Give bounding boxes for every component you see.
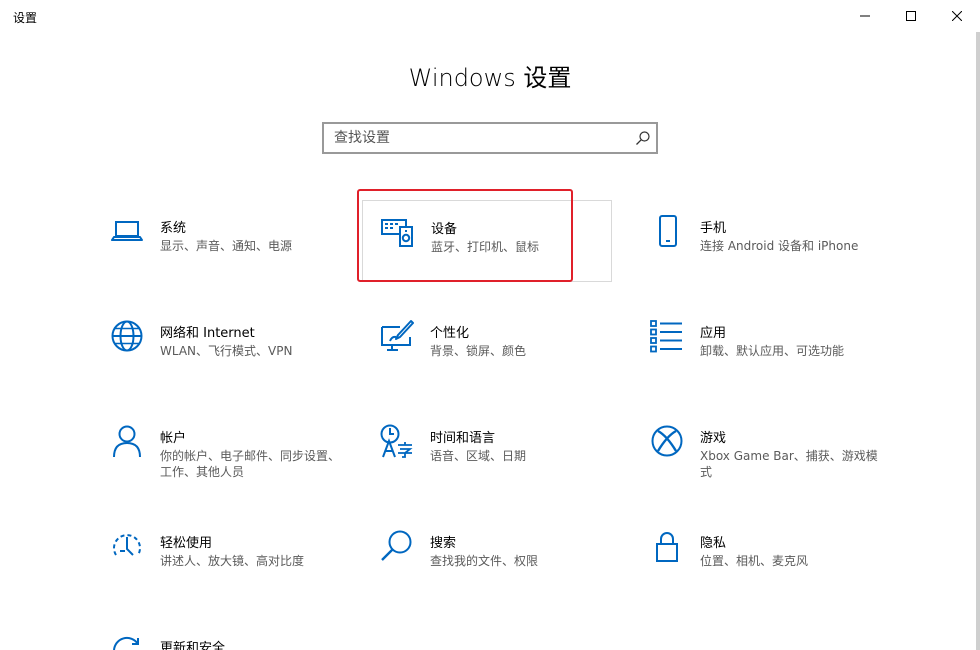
phone-icon xyxy=(659,215,677,247)
apps-list-icon xyxy=(650,320,682,353)
tile-description: 显示、声音、通知、电源 xyxy=(160,239,293,253)
tile-label: 轻松使用 xyxy=(160,536,213,551)
tile-description: 讲述人、放大镜、高对比度 xyxy=(160,554,305,568)
tile-label: 时间和语言 xyxy=(430,431,496,446)
tile-description: 语音、区域、日期 xyxy=(430,449,527,463)
tile-description: 连接 Android 设备和 iPhone xyxy=(700,239,859,253)
tile-accounts[interactable]: 帐户 你的帐户、电子邮件、同步设置、工作、其他人员 xyxy=(92,410,342,492)
ease-of-access-icon xyxy=(113,534,141,556)
tile-label: 游戏 xyxy=(700,431,727,446)
tile-gaming[interactable]: 游戏 Xbox Game Bar、捕获、游戏模式 xyxy=(632,410,882,492)
close-icon xyxy=(952,11,962,21)
person-icon xyxy=(113,425,141,458)
tile-network[interactable]: 网络和 Internet WLAN、飞行模式、VPN xyxy=(92,305,342,387)
tile-description: 位置、相机、麦克风 xyxy=(700,554,809,568)
title-bar: 设置 xyxy=(0,0,980,32)
tile-phone[interactable]: 手机 连接 Android 设备和 iPhone xyxy=(632,200,882,282)
tile-search[interactable]: 搜索 查找我的文件、权限 xyxy=(362,515,612,597)
tile-label: 网络和 Internet xyxy=(160,326,255,341)
tile-description: 卸载、默认应用、可选功能 xyxy=(700,344,845,358)
tile-system[interactable]: 系统 显示、声音、通知、电源 xyxy=(92,200,342,282)
laptop-icon xyxy=(111,221,143,241)
tile-description: 你的帐户、电子邮件、同步设置、工作、其他人员 xyxy=(160,449,341,479)
tile-privacy[interactable]: 隐私 位置、相机、麦克风 xyxy=(632,515,882,597)
tile-apps[interactable]: 应用 卸载、默认应用、可选功能 xyxy=(632,305,882,387)
page-title: Windows 设置 xyxy=(408,64,572,92)
tile-label: 系统 xyxy=(160,221,187,236)
minimize-icon xyxy=(860,15,870,17)
time-language-icon xyxy=(380,424,413,458)
tile-label: 更新和安全 xyxy=(160,641,226,650)
search-icon[interactable] xyxy=(635,130,651,146)
globe-icon xyxy=(111,320,143,352)
tile-label: 应用 xyxy=(700,326,727,341)
tile-description: 背景、锁屏、颜色 xyxy=(430,344,527,358)
close-button[interactable] xyxy=(934,0,980,32)
xbox-icon xyxy=(651,425,683,457)
tile-personalization[interactable]: 个性化 背景、锁屏、颜色 xyxy=(362,305,612,387)
search-magnifier-icon xyxy=(381,530,412,561)
update-icon xyxy=(113,636,139,650)
scrollbar[interactable] xyxy=(976,32,980,650)
maximize-button[interactable] xyxy=(888,0,934,32)
search-box[interactable] xyxy=(322,122,658,154)
personalization-icon xyxy=(381,320,414,351)
tile-label: 隐私 xyxy=(700,536,727,551)
maximize-icon xyxy=(906,11,916,21)
tile-description: 查找我的文件、权限 xyxy=(430,554,539,568)
highlight-box xyxy=(357,189,573,282)
tile-label: 帐户 xyxy=(160,431,187,446)
tile-update-security[interactable]: 更新和安全 xyxy=(92,620,342,650)
tile-description: WLAN、飞行模式、VPN xyxy=(160,344,293,358)
tile-label: 个性化 xyxy=(430,326,470,341)
lock-icon xyxy=(656,532,678,562)
tile-label: 搜索 xyxy=(430,536,457,551)
search-input[interactable] xyxy=(324,124,624,152)
tile-time-language[interactable]: 时间和语言 语音、区域、日期 xyxy=(362,410,612,492)
window-title: 设置 xyxy=(13,11,38,25)
minimize-button[interactable] xyxy=(842,0,888,32)
tile-ease-of-access[interactable]: 轻松使用 讲述人、放大镜、高对比度 xyxy=(92,515,342,597)
tile-description: Xbox Game Bar、捕获、游戏模式 xyxy=(700,449,878,479)
tile-label: 手机 xyxy=(700,221,727,236)
